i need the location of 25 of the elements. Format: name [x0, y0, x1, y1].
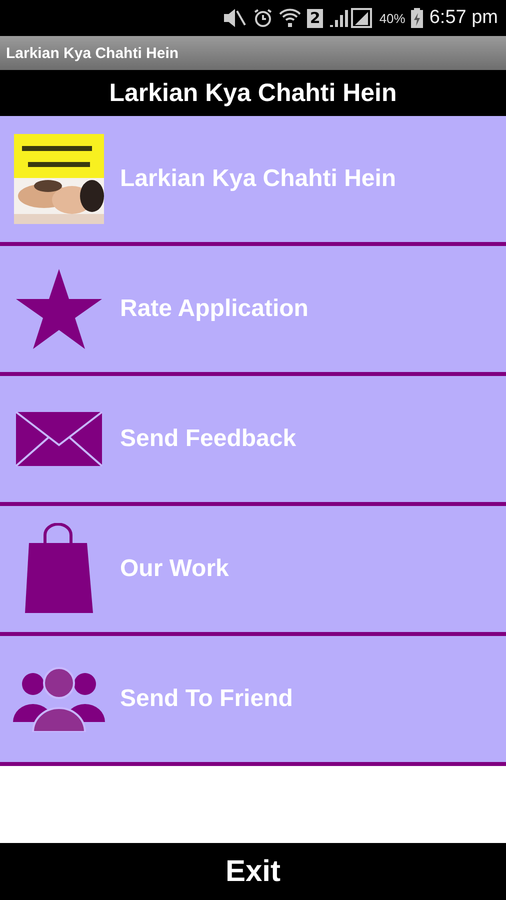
menu-label: Larkian Kya Chahti Hein: [120, 165, 396, 193]
mail-icon: [15, 411, 103, 467]
menu-item[interactable]: Send To Friend: [0, 636, 506, 766]
menu-label: Rate Application: [120, 295, 308, 323]
people-icon: [13, 666, 105, 732]
signal-icon: [329, 8, 374, 28]
menu-item[interactable]: Rate Application: [0, 246, 506, 376]
mute-icon: [222, 9, 247, 27]
header-title: Larkian Kya Chahti Hein: [109, 78, 397, 108]
star-icon: [16, 269, 102, 349]
battery-percent: 40%: [379, 10, 406, 26]
shopping-bag-icon: [23, 523, 95, 615]
exit-button[interactable]: Exit: [0, 843, 506, 900]
menu-item[interactable]: Larkian Kya Chahti Hein: [0, 116, 506, 246]
menu-label: Our Work: [120, 555, 229, 583]
menu-label: Send To Friend: [120, 685, 293, 713]
alarm-icon: [252, 8, 273, 28]
battery-icon: [411, 8, 424, 28]
app-title: Larkian Kya Chahti Hein: [6, 44, 179, 62]
clock: 6:57 pm: [429, 7, 498, 29]
menu-label: Send Feedback: [120, 425, 296, 453]
sim-badge: 2: [306, 8, 324, 28]
wifi-icon: [278, 8, 301, 28]
menu-item[interactable]: Our Work: [0, 506, 506, 636]
menu-item[interactable]: Send Feedback: [0, 376, 506, 506]
